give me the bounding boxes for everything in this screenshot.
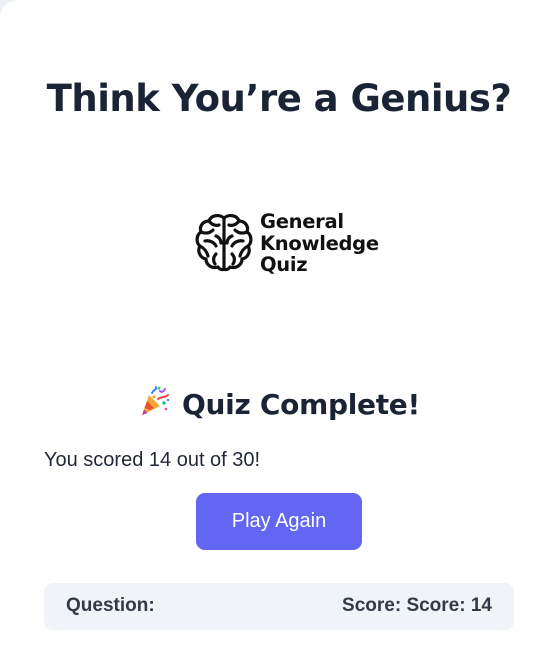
logo-line-quiz: Quiz (260, 253, 308, 276)
final-score-text: You scored 14 out of 30! (44, 449, 261, 471)
quiz-status-bar: Question: Score: Score: 14 (44, 583, 514, 630)
quiz-logo: General Knowledge Quiz (194, 208, 384, 280)
quiz-complete-heading: Quiz Complete! (0, 385, 538, 425)
page-title: Think You’re a Genius? (46, 77, 512, 120)
score-counter: Score: Score: 14 (342, 595, 492, 616)
logo-text: General Knowledge Quiz (260, 211, 384, 276)
question-counter: Question: (66, 595, 155, 616)
quiz-card: Think You’re a Genius? General Knowledge… (0, 0, 538, 660)
play-again-button[interactable]: Play Again (196, 493, 362, 550)
quiz-complete-label: Quiz Complete! (182, 388, 420, 421)
party-popper-icon (142, 386, 170, 415)
logo-line-general: General (260, 210, 344, 233)
logo-line-knowledge: Knowledge (260, 231, 379, 255)
brain-icon (195, 214, 253, 272)
